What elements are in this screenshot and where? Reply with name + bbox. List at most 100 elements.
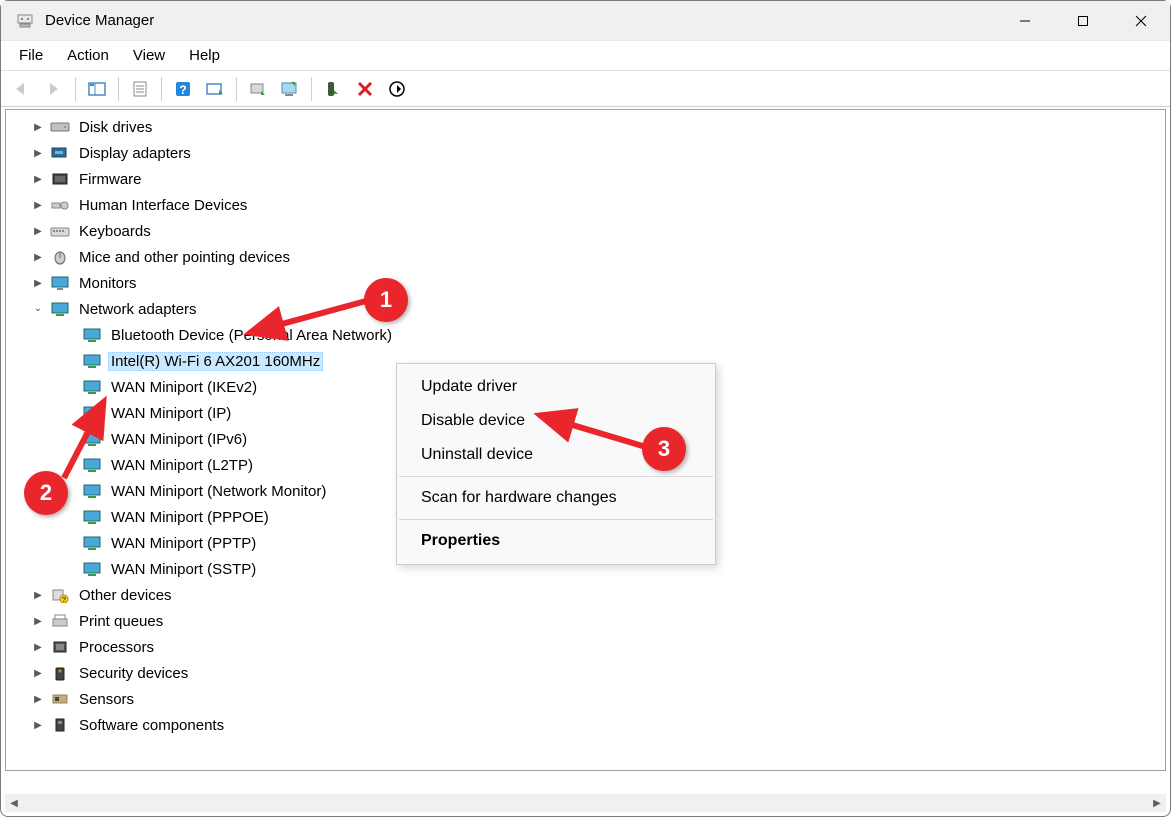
printer-icon [50,612,70,630]
tree-item-bluetooth[interactable]: Bluetooth Device (Personal Area Network) [6,322,1165,348]
chevron-right-icon[interactable]: ▶ [30,665,46,681]
tree-item-label: Human Interface Devices [76,196,250,215]
tree-item-network-adapters[interactable]: ⌄ Network adapters [6,296,1165,322]
tree-item-print-queues[interactable]: ▶ Print queues [6,608,1165,634]
tree-item-firmware[interactable]: ▶ Firmware [6,166,1165,192]
uninstall-device-button[interactable] [350,75,380,103]
close-button[interactable] [1112,1,1170,40]
toolbar-separator [311,77,312,101]
enable-device-button[interactable] [318,75,348,103]
show-hide-console-button[interactable] [82,75,112,103]
annotation-badge-2: 2 [24,471,68,515]
tree-item-keyboards[interactable]: ▶ Keyboards [6,218,1165,244]
tree-item-label: Mice and other pointing devices [76,248,293,267]
monitor-icon [50,274,70,292]
tree-item-label: WAN Miniport (Network Monitor) [108,482,329,501]
app-icon [15,11,35,31]
disable-device-button[interactable] [275,75,305,103]
tree-item-other-devices[interactable]: ▶ ? Other devices [6,582,1165,608]
network-adapter-icon [82,534,102,552]
help-button[interactable]: ? [168,75,198,103]
properties-button[interactable] [125,75,155,103]
network-adapter-icon [82,482,102,500]
chevron-right-icon[interactable]: ▶ [30,249,46,265]
minimize-button[interactable] [996,1,1054,40]
context-scan-hardware[interactable]: Scan for hardware changes [397,481,715,515]
menu-view[interactable]: View [121,43,177,68]
chevron-right-icon[interactable]: ▶ [30,171,46,187]
scroll-left-icon[interactable]: ◀ [5,794,23,812]
chevron-right-icon[interactable]: ▶ [30,275,46,291]
svg-text:?: ? [62,597,66,603]
sensor-icon [50,690,70,708]
tree-item-label: Network adapters [76,300,200,319]
tree-item-label: Other devices [76,586,175,605]
toolbar-separator [118,77,119,101]
title-bar: Device Manager [1,1,1170,41]
processor-icon [50,638,70,656]
scan-button[interactable] [382,75,412,103]
network-adapter-icon [82,508,102,526]
tree-item-label: WAN Miniport (IKEv2) [108,378,260,397]
scroll-track[interactable] [23,794,1148,812]
chevron-right-icon[interactable]: ▶ [30,197,46,213]
chevron-down-icon[interactable]: ⌄ [30,300,46,316]
tree-item-label: WAN Miniport (IP) [108,404,234,423]
toolbar: ? [1,71,1170,107]
tree-item-label: WAN Miniport (PPTP) [108,534,259,553]
tree-item-label: Software components [76,716,227,735]
menu-file[interactable]: File [7,43,55,68]
tree-item-label: Processors [76,638,157,657]
tree-item-processors[interactable]: ▶ Processors [6,634,1165,660]
scan-hardware-button[interactable] [200,75,230,103]
maximize-button[interactable] [1054,1,1112,40]
tree-item-label: Firmware [76,170,145,189]
tree-item-label: Security devices [76,664,191,683]
security-icon [50,664,70,682]
toolbar-separator [236,77,237,101]
chevron-right-icon[interactable]: ▶ [30,639,46,655]
tree-item-label: Monitors [76,274,140,293]
scroll-right-icon[interactable]: ▶ [1148,794,1166,812]
back-button [7,75,37,103]
tree-item-software-components[interactable]: ▶ Software components [6,712,1165,738]
tree-item-label: WAN Miniport (PPPOE) [108,508,272,527]
tree-item-disk-drives[interactable]: ▶ Disk drives [6,114,1165,140]
tree-item-label: Sensors [76,690,137,709]
tree-item-hid[interactable]: ▶ Human Interface Devices [6,192,1165,218]
software-icon [50,716,70,734]
tree-item-monitors[interactable]: ▶ Monitors [6,270,1165,296]
annotation-arrow-1 [241,291,371,341]
horizontal-scrollbar[interactable]: ◀ ▶ [5,794,1166,812]
tree-item-label: Print queues [76,612,166,631]
annotation-badge-1: 1 [364,278,408,322]
toolbar-separator [75,77,76,101]
tree-item-display-adapters[interactable]: ▶ Display adapters [6,140,1165,166]
chevron-right-icon[interactable]: ▶ [30,613,46,629]
toolbar-separator [161,77,162,101]
menu-bar: File Action View Help [1,41,1170,71]
tree-item-mice[interactable]: ▶ Mice and other pointing devices [6,244,1165,270]
chevron-right-icon[interactable]: ▶ [30,587,46,603]
display-adapter-icon [50,144,70,162]
annotation-arrow-2 [59,393,119,483]
svg-text:?: ? [179,83,186,97]
tree-item-security-devices[interactable]: ▶ Security devices [6,660,1165,686]
tree-item-sensors[interactable]: ▶ Sensors [6,686,1165,712]
chevron-right-icon[interactable]: ▶ [30,145,46,161]
context-properties[interactable]: Properties [397,524,715,558]
other-devices-icon: ? [50,586,70,604]
window-title: Device Manager [45,12,996,29]
tree-item-label: WAN Miniport (IPv6) [108,430,250,449]
context-update-driver[interactable]: Update driver [397,370,715,404]
context-separator [399,476,713,477]
tree-item-label: Disk drives [76,118,155,137]
hid-icon [50,196,70,214]
menu-action[interactable]: Action [55,43,121,68]
chevron-right-icon[interactable]: ▶ [30,717,46,733]
chevron-right-icon[interactable]: ▶ [30,691,46,707]
chevron-right-icon[interactable]: ▶ [30,223,46,239]
update-driver-button[interactable] [243,75,273,103]
chevron-right-icon[interactable]: ▶ [30,119,46,135]
menu-help[interactable]: Help [177,43,232,68]
